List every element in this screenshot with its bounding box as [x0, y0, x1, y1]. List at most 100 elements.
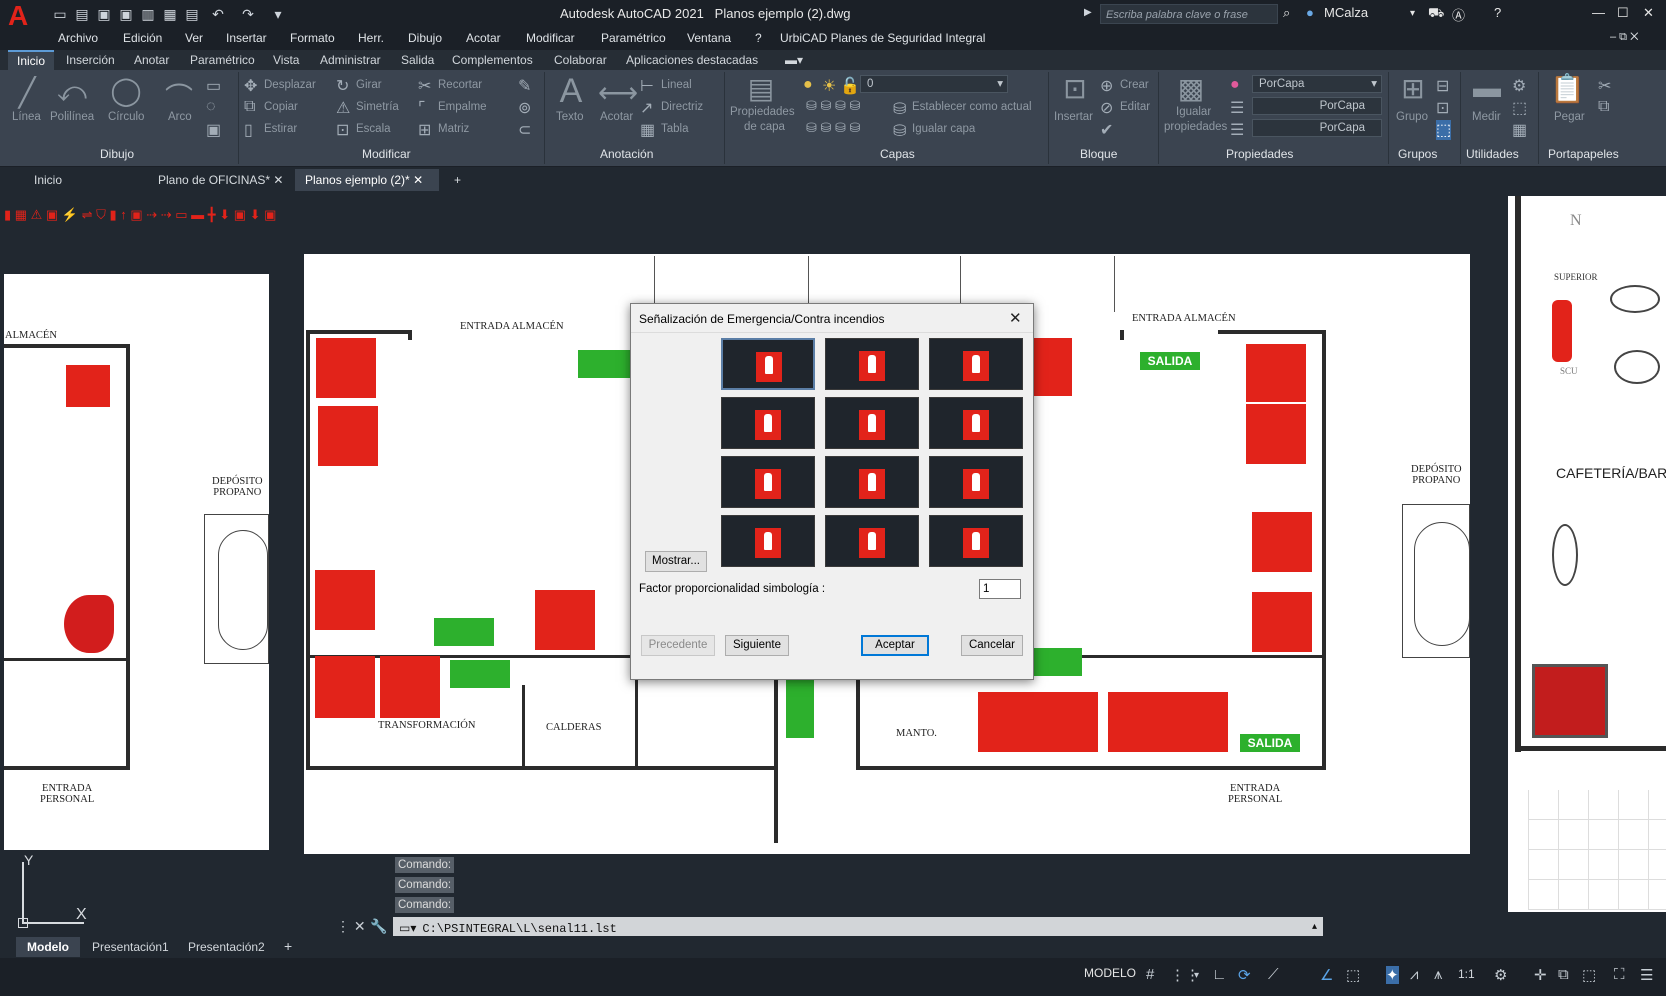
add-layout-icon[interactable]: +: [284, 938, 292, 954]
undo-icon[interactable]: ↶: [210, 6, 226, 22]
exit-sign-icon[interactable]: [1032, 648, 1082, 676]
fire-hose-cabinet-icon[interactable]: [1532, 664, 1608, 738]
object-snap-icon[interactable]: ∠: [1320, 966, 1333, 984]
set-current-layer-label[interactable]: Establecer como actual: [912, 101, 1032, 113]
extinguisher-icon[interactable]: [1552, 300, 1572, 362]
menu-modificar[interactable]: Modificar: [526, 31, 575, 45]
menu-insertar[interactable]: Insertar: [226, 31, 267, 45]
close-icon[interactable]: ✕: [1643, 5, 1654, 21]
layout-tab-presentacion2[interactable]: Presentación2: [188, 940, 265, 954]
ribbon-tab-administrar[interactable]: Administrar: [320, 53, 381, 67]
panel-bloque[interactable]: Bloque: [1080, 147, 1117, 161]
user-icon[interactable]: ●: [1306, 5, 1314, 20]
linetype-select[interactable]: PorCapa: [1252, 97, 1382, 115]
save-as-icon[interactable]: ▣: [118, 6, 134, 22]
extinguisher-sign-icon[interactable]: [315, 570, 375, 630]
block-attributes-icon[interactable]: ✔: [1100, 120, 1113, 140]
stretch-icon[interactable]: ▯: [244, 120, 253, 140]
panel-modificar[interactable]: Modificar: [362, 147, 411, 161]
panel-dibujo[interactable]: Dibujo: [100, 147, 134, 161]
polar-tracking-icon[interactable]: ⟳: [1238, 966, 1251, 984]
panel-propiedades[interactable]: Propiedades: [1226, 147, 1293, 161]
array-icon[interactable]: ⊞: [418, 120, 431, 140]
panel-grupos[interactable]: Grupos: [1398, 147, 1437, 161]
search-expand-icon[interactable]: ▶: [1084, 7, 1092, 18]
salida-sign-1[interactable]: SALIDA: [1140, 352, 1200, 370]
help-icon[interactable]: ?: [1494, 5, 1501, 20]
signage-thumbnail[interactable]: [721, 397, 815, 449]
edit-block-icon[interactable]: ⊘: [1100, 98, 1113, 118]
copy-label[interactable]: Copiar: [264, 101, 298, 113]
fillet-icon[interactable]: ⌜: [418, 98, 426, 118]
salida-sign-2[interactable]: SALIDA: [1240, 734, 1300, 752]
doc-tab-inicio[interactable]: Inicio: [24, 169, 144, 191]
leader-label[interactable]: Directriz: [661, 101, 703, 113]
ortho-icon[interactable]: ∟: [1212, 966, 1227, 983]
scale-icon[interactable]: ⊡: [336, 120, 349, 140]
export-icon[interactable]: ▦: [162, 6, 178, 22]
save-icon[interactable]: ▣: [96, 6, 112, 22]
layer-select[interactable]: 0 ▾: [860, 75, 1008, 93]
fire-alarm-sign-icon[interactable]: [380, 656, 440, 718]
annotation-scale[interactable]: 1:1: [1458, 967, 1475, 981]
stretch-label[interactable]: Estirar: [264, 123, 297, 135]
dialog-close-icon[interactable]: ✕: [1009, 309, 1022, 327]
signage-thumbnail[interactable]: [825, 456, 919, 508]
ribbon-tab-insercion[interactable]: Inserción: [66, 53, 115, 67]
signage-thumbnail[interactable]: [721, 338, 815, 390]
table-icon[interactable]: ▦: [640, 120, 655, 140]
menu-parametrico[interactable]: Paramétrico: [601, 31, 666, 45]
layer-properties-icon[interactable]: ▤: [744, 72, 778, 105]
menu-archivo[interactable]: Archivo: [58, 31, 98, 45]
linear-dim-icon[interactable]: ⊢: [640, 76, 654, 96]
ribbon-tab-complementos[interactable]: Complementos: [452, 53, 533, 67]
close-tab-icon[interactable]: ✕: [273, 173, 283, 187]
group-label[interactable]: Grupo: [1396, 111, 1428, 123]
array-label[interactable]: Matriz: [438, 123, 469, 135]
fire-hose-sign-icon[interactable]: [316, 338, 376, 398]
fillet-label[interactable]: Empalme: [438, 101, 487, 113]
signage-thumbnail[interactable]: [929, 515, 1023, 567]
offset-icon[interactable]: ⊂: [518, 120, 531, 140]
mirror-icon[interactable]: ⚠: [336, 98, 350, 118]
search-icon[interactable]: ⌕: [1283, 5, 1290, 21]
ribbon-tab-parametrico[interactable]: Paramétrico: [190, 53, 255, 67]
menu-ver[interactable]: Ver: [185, 31, 203, 45]
linetype-icon[interactable]: ☰: [1230, 98, 1244, 118]
line-tool-icon[interactable]: ╱: [10, 76, 44, 109]
fire-alarm-pushbutton-icon[interactable]: [66, 365, 110, 407]
edit-label[interactable]: Editar: [1120, 101, 1150, 113]
group-edit-icon[interactable]: ⊡: [1436, 98, 1449, 118]
store-icon[interactable]: ⛟: [1428, 5, 1444, 23]
dimension-label[interactable]: Acotar: [600, 111, 633, 123]
select-all-icon[interactable]: ⬚: [1512, 98, 1527, 118]
user-dropdown-icon[interactable]: ▾: [1410, 8, 1415, 19]
move-icon[interactable]: ✥: [244, 76, 257, 96]
aceptar-button[interactable]: Aceptar: [861, 635, 929, 656]
user-name[interactable]: MCalza: [1324, 5, 1368, 20]
isolate-objects-icon[interactable]: ⧉: [1558, 966, 1569, 983]
arc-tool-icon[interactable]: ⌒: [162, 76, 196, 116]
command-prompt-icon[interactable]: ▭▾: [393, 921, 422, 935]
lineweight-icon[interactable]: ☰: [1230, 120, 1244, 140]
ungroup-icon[interactable]: ⊟: [1436, 76, 1449, 96]
command-customize-icon[interactable]: 🔧: [370, 918, 387, 935]
layer-lock-icon[interactable]: 🔓: [840, 76, 860, 96]
layer-freeze-icon[interactable]: ☀: [822, 76, 836, 96]
set-current-layer-icon[interactable]: ⛁: [893, 99, 906, 119]
group-icon[interactable]: ⊞: [1396, 72, 1430, 105]
dimension-tool-icon[interactable]: ⟷: [598, 76, 638, 109]
move-label[interactable]: Desplazar: [264, 79, 316, 91]
fire-alarm-sign-icon[interactable]: [1246, 404, 1306, 464]
signage-thumbnail[interactable]: [825, 397, 919, 449]
trim-label[interactable]: Recortar: [438, 79, 482, 91]
match-layer-icon[interactable]: ⛁: [893, 121, 906, 141]
scale-label[interactable]: Escala: [356, 123, 391, 135]
plot-icon[interactable]: ▤: [184, 6, 200, 22]
signage-thumbnail[interactable]: [929, 397, 1023, 449]
copy-icon[interactable]: ⧉: [244, 98, 255, 116]
doc-window-controls-icon[interactable]: – ⧉ ✕: [1610, 31, 1638, 44]
signage-thumbnail[interactable]: [929, 456, 1023, 508]
line-label[interactable]: Línea: [12, 111, 41, 123]
object-snap-tracking-icon[interactable]: ⬚: [1346, 966, 1360, 984]
